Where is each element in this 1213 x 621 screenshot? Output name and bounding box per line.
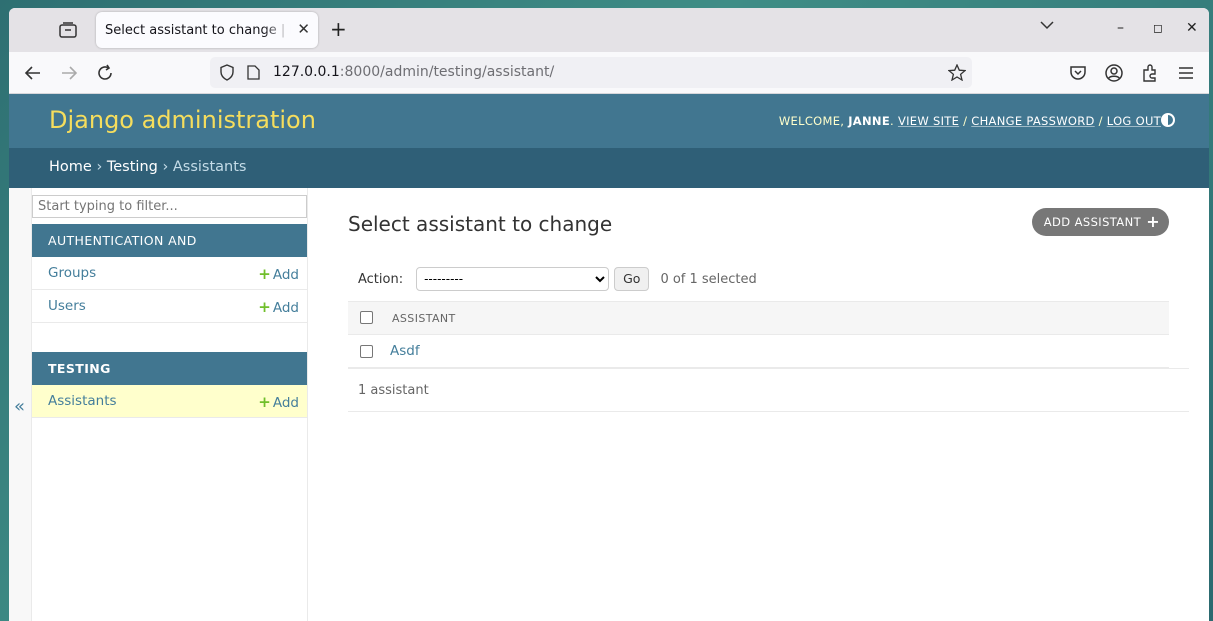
add-groups-link[interactable]: + Add [258,265,299,283]
site-branding[interactable]: Django administration [49,106,316,134]
log-out-link[interactable]: LOG OUT [1107,114,1161,128]
sidebar-item-groups: Groups + Add [32,257,307,290]
add-label: Add [272,267,299,283]
back-arrow-icon[interactable] [23,63,43,83]
add-label: Add [272,300,299,316]
breadcrumb-separator: › [162,159,169,175]
sidebar-item-users: Users + Add [32,290,307,323]
module-caption[interactable]: TESTING [32,352,307,385]
plus-icon: + [1146,212,1160,231]
sidebar-toggle[interactable]: « [9,188,32,621]
column-header-assistant[interactable]: ASSISTANT [392,312,456,325]
shield-icon[interactable] [219,64,235,81]
plus-icon: + [258,298,271,316]
add-assistants-link[interactable]: + Add [258,393,299,411]
sidebar-item-label[interactable]: Groups [48,265,96,281]
select-all-checkbox[interactable] [360,311,373,324]
add-button-label: ADD ASSISTANT [1043,215,1141,229]
action-select[interactable]: --------- [416,267,610,291]
sidebar-item-label[interactable]: Assistants [48,393,117,409]
sidebar-item-assistants: Assistants + Add [32,385,307,418]
url-text: 127.0.0.1:8000/admin/testing/assistant/ [273,64,554,80]
tab-close-icon[interactable]: ✕ [297,21,310,37]
module-auth: AUTHENTICATION AND AUTHORIZATION Groups … [32,224,307,323]
chevron-down-icon[interactable] [1040,20,1054,30]
bookmark-star-icon[interactable] [948,64,966,81]
breadcrumb-current: Assistants [172,159,247,175]
view-site-link[interactable]: VIEW SITE [898,114,959,128]
plus-icon: + [258,265,271,283]
maximize-icon[interactable]: ◻ [1153,21,1163,35]
collapse-sidebar-icon[interactable]: « [14,396,25,417]
add-label: Add [272,395,299,411]
minimize-icon[interactable]: – [1117,20,1124,36]
breadcrumb-home[interactable]: Home [49,159,92,175]
welcome-text: WELCOME, [778,114,845,128]
selection-counter: 0 of 1 selected [660,271,757,287]
page-info-icon[interactable] [247,65,260,80]
paginator: 1 assistant [348,368,1189,412]
plus-icon: + [258,393,271,411]
url-path: :8000/admin/testing/assistant/ [339,64,555,80]
reload-icon[interactable] [95,63,115,83]
sidebar-item-label[interactable]: Users [48,298,86,314]
row-link[interactable]: Asdf [390,343,420,359]
forward-arrow-icon[interactable] [59,63,79,83]
admin-header: Django administration WELCOME, JANNE. VI… [9,94,1209,148]
browser-window: Select assistant to change | Django site… [9,8,1209,621]
breadcrumb-separator: › [96,159,103,175]
actions-bar: Action: --------- Go 0 of 1 selected [358,266,757,292]
tab-active[interactable]: Select assistant to change | Django site… [96,12,318,48]
account-icon[interactable] [1104,63,1124,83]
new-tab-icon[interactable]: + [330,18,347,40]
user-tools: WELCOME, JANNE. VIEW SITE / CHANGE PASSW… [778,114,1161,128]
add-users-link[interactable]: + Add [258,298,299,316]
tab-list-icon[interactable] [59,22,77,38]
nav-sidebar: AUTHENTICATION AND AUTHORIZATION Groups … [32,188,308,621]
breadcrumb-app[interactable]: Testing [107,159,158,175]
url-host: 127.0.0.1 [273,64,340,80]
breadcrumb: Home › Testing › Assistants [9,148,1209,188]
hamburger-menu-icon[interactable] [1176,63,1196,83]
row-checkbox[interactable] [360,345,373,358]
action-label: Action: [358,271,404,287]
nav-filter-input[interactable] [32,195,307,218]
navigation-bar: 127.0.0.1:8000/admin/testing/assistant/ [9,52,1209,94]
change-password-link[interactable]: CHANGE PASSWORD [971,114,1094,128]
main-area: « AUTHENTICATION AND AUTHORIZATION Group… [9,188,1209,621]
go-button[interactable]: Go [614,267,650,291]
tab-strip: Select assistant to change | Django site… [9,8,1209,52]
tab-title: Select assistant to change | Django site… [105,22,291,38]
table-row: Asdf [348,335,1169,368]
module-testing: TESTING Assistants + Add [32,352,307,418]
username: JANNE [848,114,891,128]
add-assistant-button[interactable]: ADD ASSISTANT + [1031,208,1169,236]
table-header: ASSISTANT [348,301,1169,335]
module-caption[interactable]: AUTHENTICATION AND AUTHORIZATION [32,224,307,281]
pocket-icon[interactable] [1068,63,1088,83]
page-title: Select assistant to change [348,212,613,236]
result-list: ASSISTANT Asdf [348,301,1169,368]
theme-toggle-icon[interactable] [1161,113,1175,127]
url-bar[interactable]: 127.0.0.1:8000/admin/testing/assistant/ [210,57,972,88]
extensions-icon[interactable] [1140,63,1160,83]
close-window-icon[interactable]: ✕ [1186,20,1198,36]
